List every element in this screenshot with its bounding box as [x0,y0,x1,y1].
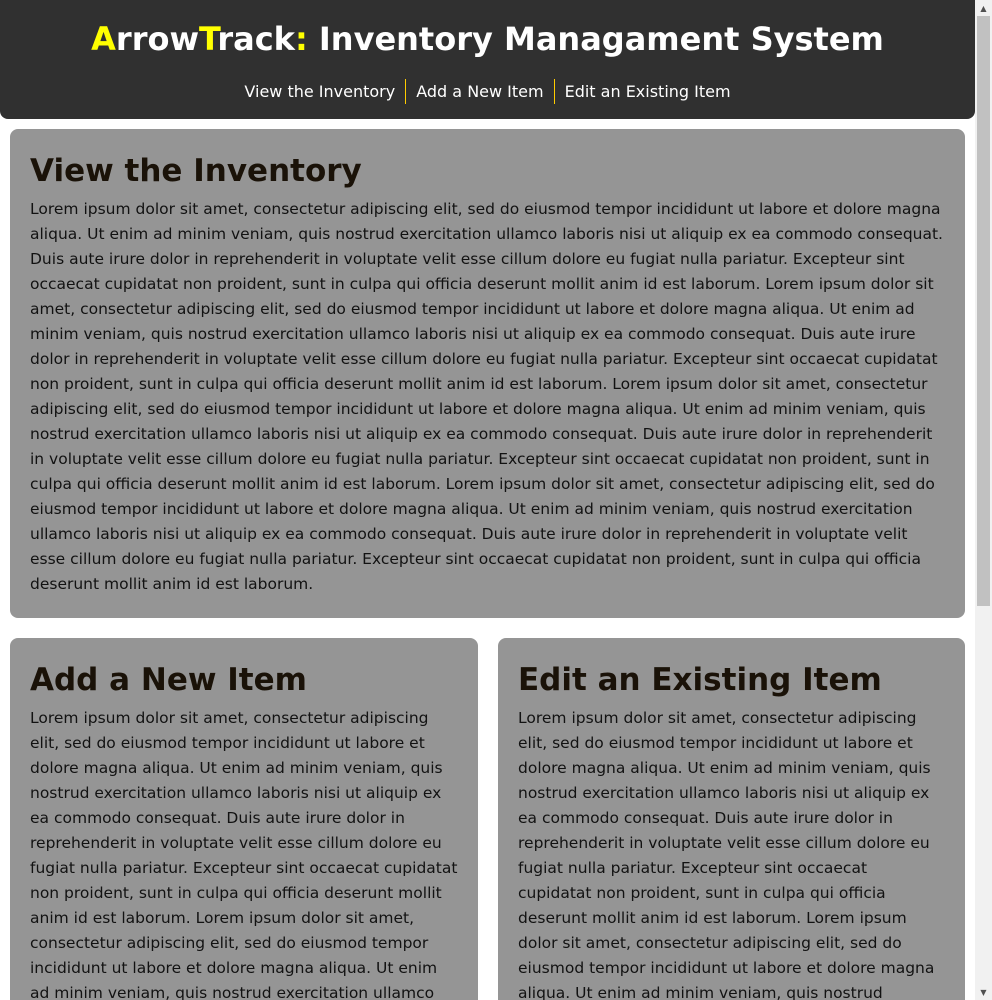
view-inventory-text: Lorem ipsum dolor sit amet, consectetur … [30,200,943,593]
nav-link-view-inventory[interactable]: View the Inventory [234,79,405,104]
edit-item-section: Edit an Existing Item Lorem ipsum dolor … [498,638,965,1000]
view-inventory-heading: View the Inventory [30,153,362,189]
scroll-up-arrow-icon[interactable]: ▲ [975,0,992,16]
view-inventory-section: View the Inventory Lorem ipsum dolor sit… [10,129,965,618]
title-part: A [91,20,116,58]
scroll-down-arrow-icon[interactable]: ▼ [975,984,992,1000]
title-part: : [294,20,308,58]
title-part: T [199,20,218,58]
site-header: ArrowTrack: Inventory Managament System … [0,0,975,119]
scrollbar-thumb[interactable] [977,16,990,606]
add-item-text: Lorem ipsum dolor sit amet, consectetur … [30,709,458,1000]
add-item-heading: Add a New Item [30,662,307,698]
title-part: rack [217,20,295,58]
title-part: rrow [115,20,200,58]
main-nav: View the Inventory Add a New Item Edit a… [0,79,975,104]
page-scrollbar[interactable]: ▲ ▼ [975,0,992,1000]
page: ArrowTrack: Inventory Managament System … [0,0,975,1000]
site-title: ArrowTrack: Inventory Managament System [0,19,975,59]
title-part: Inventory Managament System [307,20,884,58]
edit-item-heading: Edit an Existing Item [518,662,882,698]
add-item-section: Add a New Item Lorem ipsum dolor sit ame… [10,638,478,1000]
nav-link-add-item[interactable]: Add a New Item [406,79,553,104]
edit-item-text: Lorem ipsum dolor sit amet, consectetur … [518,709,935,1000]
nav-link-edit-item[interactable]: Edit an Existing Item [555,79,741,104]
